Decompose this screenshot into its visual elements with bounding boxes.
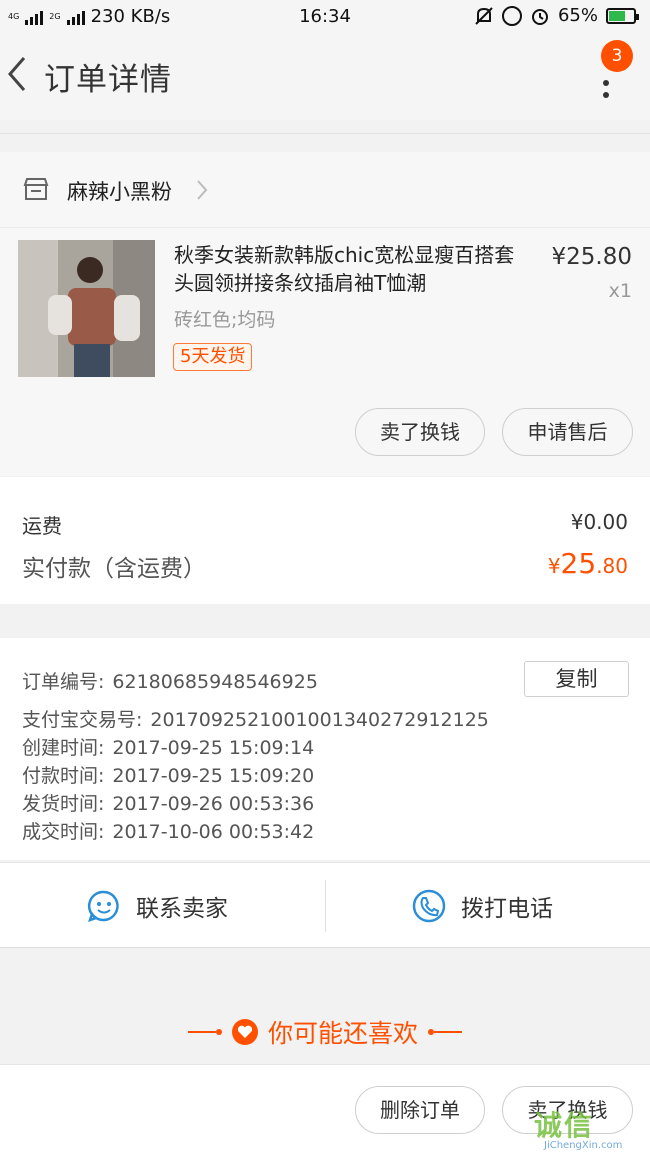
divider	[0, 133, 650, 134]
paid-decimal: .80	[596, 554, 628, 578]
battery-level	[609, 10, 625, 21]
alarm-icon	[531, 8, 548, 25]
created-time-row: 创建时间: 2017-09-25 15:09:14	[22, 733, 314, 760]
watermark-url: JiChengXin.com	[544, 1140, 623, 1151]
paid-amount: ¥25.80	[500, 547, 628, 580]
paid-time-row: 付款时间: 2017-09-25 15:09:20	[22, 761, 314, 788]
info-label: 发货时间:	[22, 793, 105, 815]
more-icon-dot	[603, 92, 609, 98]
info-label: 支付宝交易号:	[22, 709, 143, 731]
freight-label: 运费	[22, 514, 62, 538]
battery-charging-icon	[606, 7, 639, 24]
info-label: 成交时间:	[22, 821, 105, 843]
paid-integer: 25	[560, 547, 597, 580]
heart-icon	[231, 1019, 258, 1045]
info-label: 付款时间:	[22, 765, 105, 787]
recommend-title: 你可能还喜欢	[267, 1019, 418, 1048]
store-icon	[23, 178, 49, 200]
delete-order-button[interactable]: 删除订单	[355, 1086, 485, 1134]
nav-header: 订单详情	[0, 34, 650, 120]
lock-rotation-icon	[501, 5, 522, 26]
chat-icon	[87, 890, 119, 922]
paid-time: 2017-09-25 15:09:20	[112, 765, 315, 787]
status-right: 65%	[474, 5, 639, 26]
shipped-time: 2017-09-26 00:53:36	[112, 793, 315, 815]
more-icon-dot	[603, 80, 609, 86]
paid-currency: ¥	[547, 554, 561, 578]
decor-line-left	[187, 1029, 222, 1035]
status-bar: 4G 2G 230 KB/s 16:34 65%	[0, 0, 650, 34]
product-sku: 砖红色;均码	[174, 309, 276, 331]
page-title: 订单详情	[44, 62, 172, 98]
totals-section	[0, 477, 650, 604]
alipay-trade-row: 支付宝交易号: 2017092521001001340272912125	[22, 705, 489, 732]
chevron-left-icon	[8, 57, 26, 91]
site-watermark: 诚信 JiChengXin.com	[534, 1104, 646, 1154]
contact-seller-label: 联系卖家	[136, 896, 228, 922]
freight-value: ¥0.00	[570, 510, 628, 534]
shop-row[interactable]: 麻辣小黑粉	[0, 152, 650, 228]
back-button[interactable]	[4, 54, 40, 98]
order-number[interactable]: 62180685948546925	[112, 671, 318, 693]
shop-name: 麻辣小黑粉	[67, 180, 172, 204]
after-sale-button[interactable]: 申请售后	[502, 408, 633, 456]
shipped-time-row: 发货时间: 2017-09-26 00:53:36	[22, 789, 314, 816]
info-label: 创建时间:	[22, 737, 105, 759]
divider	[0, 227, 650, 228]
info-label: 订单编号:	[22, 671, 105, 693]
call-phone-button[interactable]: 拨打电话	[411, 884, 553, 928]
watermark-brand: 诚信	[534, 1109, 595, 1142]
completed-time: 2017-10-06 00:53:42	[112, 821, 315, 843]
product-photo	[18, 240, 155, 377]
product-image[interactable]	[18, 240, 155, 377]
created-time: 2017-09-25 15:09:14	[112, 737, 315, 759]
completed-time-row: 成交时间: 2017-10-06 00:53:42	[22, 817, 314, 844]
product-price: ¥25.80	[551, 244, 632, 270]
phone-icon	[412, 889, 446, 923]
contact-seller-button[interactable]: 联系卖家	[86, 884, 228, 928]
sell-button[interactable]: 卖了换钱	[355, 408, 485, 456]
shipping-tag: 5天发货	[173, 343, 253, 371]
product-title[interactable]: 秋季女装新款韩版chic宽松显瘦百搭套头圆领拼接条纹插肩袖T恤潮	[174, 241, 530, 297]
product-quantity: x1	[608, 280, 632, 302]
order-number-row: 订单编号: 62180685948546925	[22, 667, 318, 694]
paid-label: 实付款（含运费）	[22, 556, 206, 582]
mute-icon	[475, 6, 493, 25]
recommend-header: 你可能还喜欢	[0, 1012, 650, 1052]
decor-line-right	[428, 1029, 462, 1035]
alipay-trade-number[interactable]: 2017092521001001340272912125	[150, 709, 488, 731]
battery-percent: 65%	[557, 5, 598, 26]
chevron-right-icon	[197, 180, 208, 200]
notification-badge: 3	[601, 40, 633, 72]
divider	[325, 880, 326, 932]
copy-button[interactable]: 复制	[524, 661, 629, 697]
call-phone-label: 拨打电话	[461, 896, 553, 922]
